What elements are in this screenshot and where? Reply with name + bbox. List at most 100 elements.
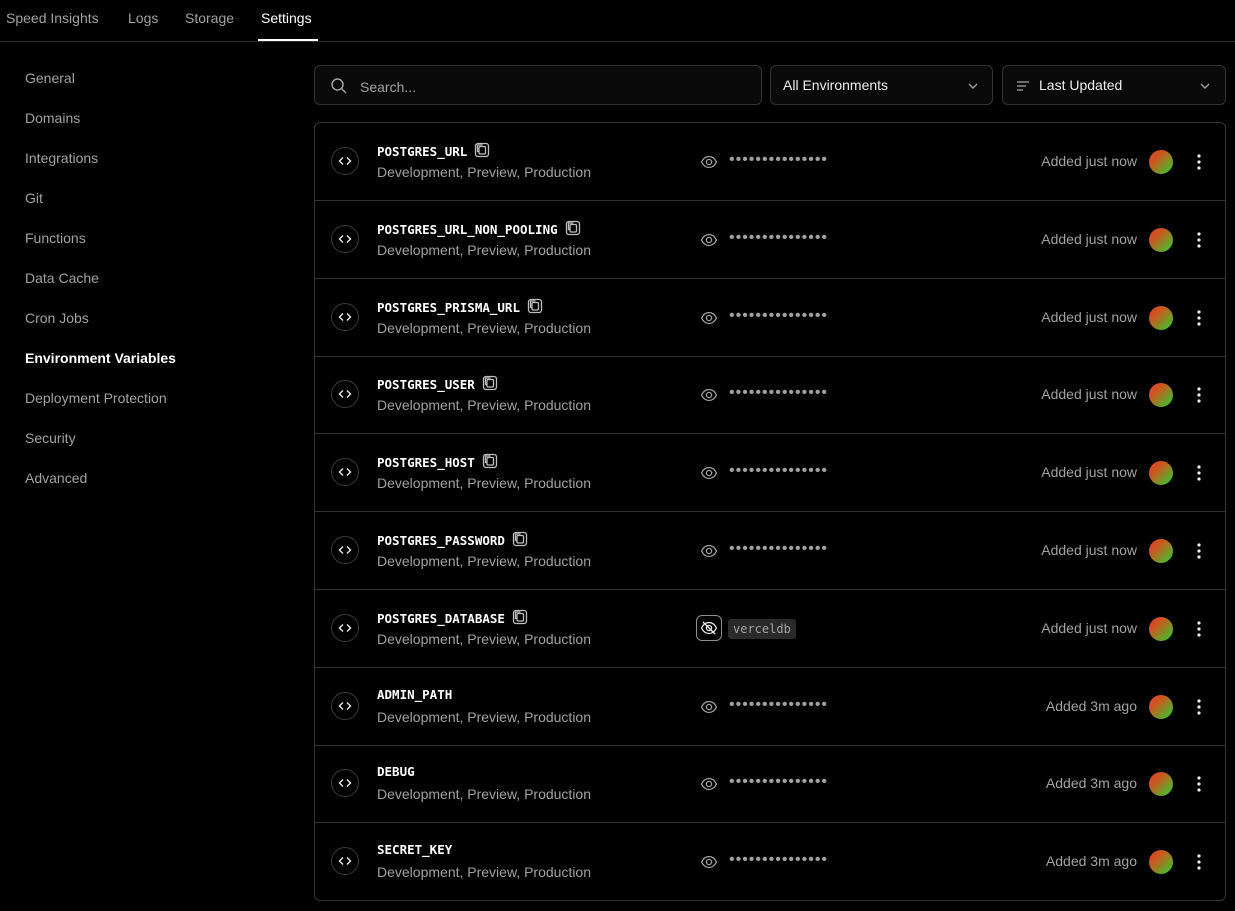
tab-speed-insights[interactable]: Speed Insights xyxy=(6,10,99,26)
env-var-environments: Development, Preview, Production xyxy=(377,709,591,725)
env-var-name-wrap: SECRET_KEY xyxy=(377,842,452,857)
copy-icon[interactable] xyxy=(482,375,498,391)
eye-icon[interactable] xyxy=(700,542,718,560)
env-var-value: verceldb xyxy=(728,619,796,639)
more-options-icon[interactable] xyxy=(1191,541,1207,561)
env-vars-table: POSTGRES_URL Development, Preview, Produ… xyxy=(314,122,1226,901)
avatar[interactable] xyxy=(1149,772,1173,796)
env-var-name-wrap: ADMIN_PATH xyxy=(377,687,452,702)
avatar[interactable] xyxy=(1149,461,1173,485)
env-var-row: POSTGRES_HOST Development, Preview, Prod… xyxy=(315,434,1225,512)
env-var-masked-value: ••••••••••••••• xyxy=(729,696,829,713)
environment-filter-label: All Environments xyxy=(783,77,889,93)
avatar[interactable] xyxy=(1149,617,1173,641)
sidebar-item-general[interactable]: General xyxy=(25,70,75,86)
avatar[interactable] xyxy=(1149,850,1173,874)
sidebar-item-environment-variables[interactable]: Environment Variables xyxy=(25,350,176,366)
code-icon xyxy=(331,769,359,797)
more-options-icon[interactable] xyxy=(1191,619,1207,639)
env-var-environments: Development, Preview, Production xyxy=(377,475,591,491)
copy-icon[interactable] xyxy=(512,609,528,625)
avatar[interactable] xyxy=(1149,383,1173,407)
code-icon xyxy=(331,380,359,408)
more-options-icon[interactable] xyxy=(1191,697,1207,717)
more-options-icon[interactable] xyxy=(1191,230,1207,250)
eye-icon[interactable] xyxy=(700,153,718,171)
search-input[interactable] xyxy=(358,75,742,99)
hide-value-button[interactable] xyxy=(696,615,722,641)
more-options-icon[interactable] xyxy=(1191,308,1207,328)
env-var-added: Added just now xyxy=(1041,464,1137,480)
more-options-icon[interactable] xyxy=(1191,152,1207,172)
avatar[interactable] xyxy=(1149,306,1173,330)
env-var-row: POSTGRES_URL_NON_POOLING Development, Pr… xyxy=(315,201,1225,279)
env-var-masked-value: ••••••••••••••• xyxy=(729,462,829,479)
copy-icon[interactable] xyxy=(565,220,581,236)
eye-off-icon xyxy=(700,621,718,635)
env-var-name-wrap: POSTGRES_PASSWORD xyxy=(377,531,528,548)
env-var-masked-value: ••••••••••••••• xyxy=(729,151,829,168)
env-var-masked-value: ••••••••••••••• xyxy=(729,851,829,868)
env-var-row: POSTGRES_PASSWORD Development, Preview, … xyxy=(315,512,1225,590)
env-var-name: DEBUG xyxy=(377,764,415,779)
sidebar-item-cron-jobs[interactable]: Cron Jobs xyxy=(25,310,89,326)
eye-icon[interactable] xyxy=(700,386,718,404)
active-tab-indicator xyxy=(258,39,318,41)
eye-icon[interactable] xyxy=(700,853,718,871)
env-var-added: Added just now xyxy=(1041,153,1137,169)
tab-storage[interactable]: Storage xyxy=(185,10,234,26)
more-options-icon[interactable] xyxy=(1191,463,1207,483)
sidebar-item-functions[interactable]: Functions xyxy=(25,230,86,246)
chevron-down-icon xyxy=(968,83,978,89)
avatar[interactable] xyxy=(1149,539,1173,563)
env-var-masked-value: ••••••••••••••• xyxy=(729,307,829,324)
environment-filter-select[interactable]: All Environments xyxy=(770,65,993,105)
sidebar-item-data-cache[interactable]: Data Cache xyxy=(25,270,99,286)
avatar[interactable] xyxy=(1149,695,1173,719)
sidebar-item-git[interactable]: Git xyxy=(25,190,43,206)
sidebar-item-security[interactable]: Security xyxy=(25,430,76,446)
sidebar-item-deployment-protection[interactable]: Deployment Protection xyxy=(25,390,167,406)
env-var-environments: Development, Preview, Production xyxy=(377,631,591,647)
copy-icon[interactable] xyxy=(474,142,490,158)
env-var-row: POSTGRES_URL Development, Preview, Produ… xyxy=(315,123,1225,201)
copy-icon[interactable] xyxy=(482,453,498,469)
avatar[interactable] xyxy=(1149,228,1173,252)
env-var-masked-value: ••••••••••••••• xyxy=(729,229,829,246)
avatar[interactable] xyxy=(1149,150,1173,174)
env-var-name-wrap: DEBUG xyxy=(377,764,415,779)
code-icon xyxy=(331,536,359,564)
eye-icon[interactable] xyxy=(700,698,718,716)
sidebar-item-domains[interactable]: Domains xyxy=(25,110,80,126)
env-var-row: ADMIN_PATH Development, Preview, Product… xyxy=(315,668,1225,746)
env-var-row: DEBUG Development, Preview, Production •… xyxy=(315,745,1225,823)
env-var-name: SECRET_KEY xyxy=(377,842,453,857)
copy-icon[interactable] xyxy=(512,531,528,547)
more-options-icon[interactable] xyxy=(1191,852,1207,872)
env-var-name: POSTGRES_DATABASE xyxy=(377,611,505,626)
env-var-name-wrap: POSTGRES_USER xyxy=(377,375,498,392)
more-options-icon[interactable] xyxy=(1191,774,1207,794)
more-options-icon[interactable] xyxy=(1191,385,1207,405)
env-var-environments: Development, Preview, Production xyxy=(377,786,591,802)
eye-icon[interactable] xyxy=(700,464,718,482)
env-var-added: Added 3m ago xyxy=(1045,853,1137,869)
tab-logs[interactable]: Logs xyxy=(128,10,158,26)
env-var-added: Added just now xyxy=(1041,231,1137,247)
env-var-masked-value: ••••••••••••••• xyxy=(729,773,829,790)
env-var-name-wrap: POSTGRES_URL xyxy=(377,142,490,159)
sidebar-item-advanced[interactable]: Advanced xyxy=(25,470,87,486)
copy-icon[interactable] xyxy=(527,298,543,314)
sort-label: Last Updated xyxy=(1039,77,1123,93)
env-var-name-wrap: POSTGRES_PRISMA_URL xyxy=(377,298,543,315)
sort-select[interactable]: Last Updated xyxy=(1002,65,1226,105)
env-var-environments: Development, Preview, Production xyxy=(377,864,591,880)
eye-icon[interactable] xyxy=(700,309,718,327)
eye-icon[interactable] xyxy=(700,231,718,249)
sidebar-item-integrations[interactable]: Integrations xyxy=(25,150,98,166)
sort-lines-icon xyxy=(1017,81,1029,91)
env-var-added: Added just now xyxy=(1041,542,1137,558)
eye-icon[interactable] xyxy=(700,775,718,793)
code-icon xyxy=(331,614,359,642)
tab-settings[interactable]: Settings xyxy=(261,10,312,26)
